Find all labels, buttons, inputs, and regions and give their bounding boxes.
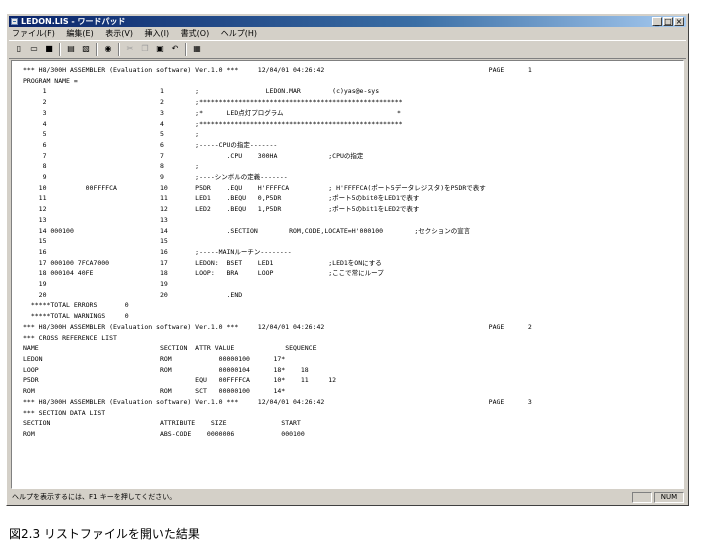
toolbar: ▯ ▭ ■ ▤ ▧ ◉ ✂ ❐ ▣ ↶ ▦ xyxy=(9,40,686,59)
status-bar: ヘルプを表示するには、F1 キーを押してください。 NUM xyxy=(9,491,686,504)
menu-view[interactable]: 表示(V) xyxy=(102,28,133,39)
document-line: 1 1 ; LEDON.MAR (c)yas@e-sys xyxy=(23,87,380,96)
document-line: 6 6 ;-----CPUの指定------- xyxy=(23,140,278,149)
print-preview-icon[interactable]: ▧ xyxy=(79,43,93,55)
document-line: 17 000100 7FCA7000 17 LEDON: BSET LED1 ;… xyxy=(23,258,382,267)
document-line: *** H8/300H ASSEMBLER (Evaluation softwa… xyxy=(23,397,532,406)
document-line: 11 11 LED1 .BEQU 0,P5DR ;ポート5のbit0をLED1で… xyxy=(23,194,420,203)
document-line: P5DR EQU 00FFFFCA 10* 11 12 xyxy=(23,376,337,385)
document-area[interactable]: *** H8/300H ASSEMBLER (Evaluation softwa… xyxy=(11,60,684,489)
figure-caption: 図2.3 リストファイルを開いた結果 xyxy=(9,527,200,541)
document-line: 9 9 ;----シンボルの定義------- xyxy=(23,173,288,182)
toolbar-separator xyxy=(185,43,187,56)
new-icon[interactable]: ▯ xyxy=(12,43,26,55)
document-line: 14 000100 14 .SECTION ROM,CODE,LOCATE=H'… xyxy=(23,226,471,235)
document-line: LEDON ROM 00000100 17* xyxy=(23,354,286,363)
document-line: 12 12 LED2 .BEQU 1,P5DR ;ポート5のbit1をLED2で… xyxy=(23,205,420,214)
num-lock-indicator: NUM xyxy=(654,492,684,503)
document-line: *****TOTAL ERRORS 0 xyxy=(23,301,129,310)
menu-edit[interactable]: 編集(E) xyxy=(63,28,93,39)
toolbar-separator xyxy=(59,43,61,56)
document-line: *** H8/300H ASSEMBLER (Evaluation softwa… xyxy=(23,322,532,331)
paste-icon[interactable]: ▣ xyxy=(153,43,167,55)
find-icon[interactable]: ◉ xyxy=(101,43,115,55)
toolbar-separator xyxy=(96,43,98,56)
document-line: *** H8/300H ASSEMBLER (Evaluation softwa… xyxy=(23,66,532,74)
document-line: LOOP ROM 00000104 18* 18 xyxy=(23,365,309,374)
window-controls: _ □ × xyxy=(651,17,684,26)
menu-help[interactable]: ヘルプ(H) xyxy=(218,28,257,39)
document-line: 13 13 xyxy=(23,215,168,224)
wordpad-window: LEDON.LIS - ワードパッド _ □ × ファイル(F) 編集(E) 表… xyxy=(6,13,689,506)
cut-icon[interactable]: ✂ xyxy=(123,43,137,55)
document-line: SECTION ATTRIBUTE SIZE START xyxy=(23,419,301,428)
document-line: 3 3 ;* LED点灯プログラム * xyxy=(23,108,401,117)
document-line: *** CROSS REFERENCE LIST xyxy=(23,333,117,342)
maximize-button[interactable]: □ xyxy=(663,17,673,26)
menu-insert[interactable]: 挿入(I) xyxy=(142,28,170,39)
title-bar[interactable]: LEDON.LIS - ワードパッド _ □ × xyxy=(9,16,686,27)
document-line: 8 8 ; xyxy=(23,162,200,171)
document-line: *** SECTION DATA LIST xyxy=(23,408,106,417)
document-text[interactable]: *** H8/300H ASSEMBLER (Evaluation softwa… xyxy=(23,65,532,440)
document-line: 4 4 ;***********************************… xyxy=(23,119,403,128)
wordpad-app-icon[interactable] xyxy=(11,18,18,25)
print-icon[interactable]: ▤ xyxy=(64,43,78,55)
status-help-text: ヘルプを表示するには、F1 キーを押してください。 xyxy=(12,493,177,501)
copy-icon[interactable]: ❐ xyxy=(138,43,152,55)
document-line: *****TOTAL WARNINGS 0 xyxy=(23,312,129,321)
document-line: NAME SECTION ATTR VALUE SEQUENCE xyxy=(23,344,317,353)
document-line: ROM ABS-CODE 0000006 000100 xyxy=(23,429,305,438)
status-panel-blank xyxy=(632,492,652,503)
document-line: 16 16 ;-----MAINルーチン-------- xyxy=(23,247,292,256)
window-title: LEDON.LIS - ワードパッド xyxy=(21,17,126,26)
document-line: PROGRAM NAME = xyxy=(23,76,78,85)
document-line: 2 2 ;***********************************… xyxy=(23,98,403,107)
document-line: 5 5 ; xyxy=(23,130,200,139)
date-time-icon[interactable]: ▦ xyxy=(190,43,204,55)
document-line: 20 20 .END xyxy=(23,290,243,299)
document-line: 7 7 .CPU 300HA ;CPUの指定 xyxy=(23,151,364,160)
document-line: ROM ROM SCT 00000100 14* xyxy=(23,387,286,396)
document-line: 19 19 xyxy=(23,280,168,289)
save-icon[interactable]: ■ xyxy=(42,43,56,55)
menu-format[interactable]: 書式(O) xyxy=(178,28,210,39)
close-button[interactable]: × xyxy=(674,17,684,26)
undo-icon[interactable]: ↶ xyxy=(168,43,182,55)
menu-bar: ファイル(F) 編集(E) 表示(V) 挿入(I) 書式(O) ヘルプ(H) xyxy=(9,28,686,39)
toolbar-separator xyxy=(118,43,120,56)
document-line: 15 15 xyxy=(23,237,168,246)
minimize-button[interactable]: _ xyxy=(652,17,662,26)
menu-file[interactable]: ファイル(F) xyxy=(9,28,55,39)
open-icon[interactable]: ▭ xyxy=(27,43,41,55)
document-line: 18 000104 40FE 18 LOOP: BRA LOOP ;ここで常にル… xyxy=(23,269,384,278)
document-line: 10 00FFFFCA 10 P5DR .EQU H'FFFFCA ; H'FF… xyxy=(23,183,486,192)
